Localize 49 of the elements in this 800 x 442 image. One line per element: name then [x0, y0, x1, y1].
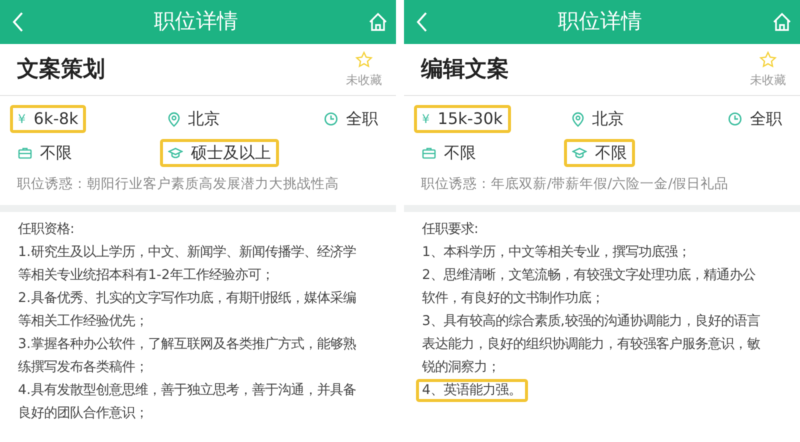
- requirement-text: 等相关专业统招本科有1-2年工作经验亦可；: [17, 266, 275, 285]
- perks-text: 职位诱惑：年底双薪/带薪年假/六险一金/假日礼品: [420, 175, 730, 193]
- favorite-button[interactable]: 未收藏: [750, 51, 786, 88]
- job-detail: 不限: [10, 139, 80, 167]
- requirement-text: 表达能力，良好的组织协调能力，有较强客户服务意识，敏: [421, 336, 761, 354]
- job-detail: 不限: [564, 139, 635, 167]
- job-detail: ¥ 6k-8k: [10, 105, 86, 133]
- requirement-text: 3、具有较高的综合素质,较强的沟通协调能力，良好的语言: [421, 312, 761, 331]
- briefcase-icon: [18, 147, 32, 159]
- requirement-text: 1、本科学历，中文等相关专业，撰写功底强；: [421, 244, 692, 262]
- page-title: 职位详情: [154, 8, 238, 36]
- job-detail: ¥ 15k-30k: [414, 105, 511, 133]
- requirement-text: 练撰写发布各类稿件；: [17, 358, 149, 377]
- requirement-text: 2.具备优秀、扎实的文字写作功底，有期刊报纸，媒体采编: [17, 290, 357, 308]
- job-detail: 北京: [564, 105, 632, 133]
- yen-icon: ¥: [422, 109, 430, 129]
- requirement-text: 良好的团队合作意识；: [17, 404, 149, 423]
- home-icon[interactable]: [772, 12, 792, 32]
- requirement-text: 软件，有良好的文书制作功底；: [421, 290, 605, 308]
- job-title: 编辑文案: [421, 56, 509, 84]
- requirement-text: 2、思维清晰，文笔流畅，有较强文字处理功底，精通办公: [421, 266, 757, 285]
- graduation-cap-icon: [168, 147, 183, 159]
- requirement-text: 锐的洞察力；: [421, 358, 501, 377]
- clock-icon: [324, 112, 338, 126]
- requirement-text: 3.掌握各种办公软件，了解互联网及各类推广方式，能够熟: [17, 336, 357, 354]
- requirement-text: 等相关工作经验优先；: [17, 312, 149, 331]
- favorite-button[interactable]: 未收藏: [346, 51, 382, 88]
- job-detail: 不限: [414, 139, 484, 167]
- requirement-text: 4、英语能力强。: [416, 379, 528, 402]
- home-icon[interactable]: [368, 12, 388, 32]
- briefcase-icon: [422, 147, 436, 159]
- job-title: 文案策划: [17, 56, 105, 84]
- clock-icon: [728, 112, 742, 126]
- page-title: 职位详情: [558, 8, 642, 36]
- job-detail: 全职: [316, 105, 386, 133]
- back-icon[interactable]: [12, 11, 24, 33]
- back-icon[interactable]: [416, 11, 428, 33]
- location-pin-icon: [572, 112, 584, 126]
- location-pin-icon: [168, 112, 180, 126]
- job-detail: 北京: [160, 105, 228, 133]
- yen-icon: ¥: [18, 109, 26, 129]
- requirements-heading: 任职要求:: [421, 221, 480, 239]
- graduation-cap-icon: [572, 147, 587, 159]
- job-detail: 全职: [720, 105, 790, 133]
- requirements-heading: 任职资格:: [17, 221, 76, 239]
- requirement-text: 1.研究生及以上学历，中文、新闻学、新闻传播学、经济学: [17, 244, 357, 262]
- perks-text: 职位诱惑：朝阳行业客户素质高发展潜力大挑战性高: [16, 175, 340, 193]
- job-detail: 硕士及以上: [160, 139, 279, 167]
- requirement-text: 4.具有发散型创意思维，善于独立思考，善于沟通，并具备: [17, 382, 357, 400]
